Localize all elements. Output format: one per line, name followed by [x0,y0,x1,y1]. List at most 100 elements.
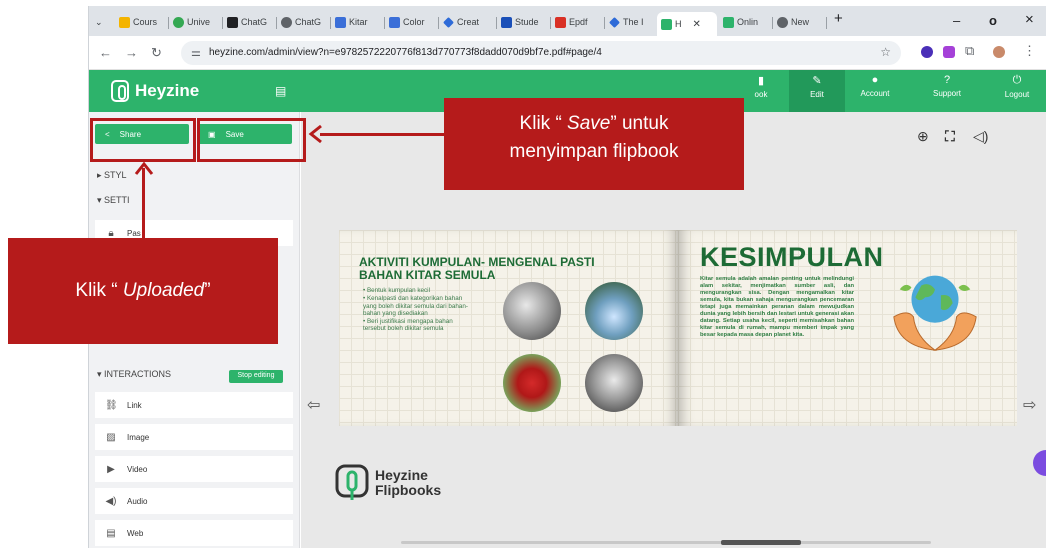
settings-label: SETTI [104,195,130,205]
heyzine-brand-text: Heyzine [135,81,200,100]
tab-the-i[interactable]: The I [609,12,655,32]
tab-label: New [791,17,810,27]
next-page-arrow-icon[interactable]: ⇨ [1023,395,1036,415]
nav-logout[interactable]: ⏻ Logout [989,74,1045,99]
stop-editing-button[interactable]: Stop editing [229,370,283,383]
callout-line-2: menyimpan flipbook [509,141,679,162]
forward-icon[interactable]: → [125,45,138,60]
settings-gear-icon[interactable] [1033,450,1046,476]
settings-section-toggle[interactable]: ▾ SETTI [97,195,130,206]
menu-toggle-icon[interactable]: ▤ [275,84,286,98]
nav-flipbook[interactable]: ▮ ook [733,74,789,99]
interaction-image[interactable]: ▨ Image [95,424,293,450]
tab-separator [438,17,439,29]
interaction-audio[interactable]: ◀) Audio [95,488,293,514]
tab-kitar[interactable]: Kitar [335,12,381,32]
new-tab-button[interactable]: + [834,10,843,27]
interaction-link[interactable]: ⛓︎ Link [95,392,293,418]
flipbook-spread[interactable]: AKTIVITI KUMPULAN- MENGENAL PASTI BAHAN … [339,230,1017,426]
tab-favicon-icon [119,16,130,28]
tab-courses[interactable]: Cours [119,12,165,32]
browser-menu-icon[interactable]: ⋮ [1023,43,1036,59]
earth-hands-illustration [893,275,977,351]
tab-student[interactable]: Stude [501,12,547,32]
tab-separator [550,17,551,29]
site-settings-icon[interactable]: ⚌ [191,46,201,59]
zoom-in-icon[interactable]: ⊕ [917,128,929,145]
tab-favicon-icon [443,16,454,28]
tab-online[interactable]: Onlin [723,12,769,32]
previous-page-arrow-icon[interactable]: ⇦ [307,395,320,415]
bullet-item: • Beri justifikasi mengapa bahan tersebu… [363,318,453,333]
tab-color[interactable]: Color [389,12,435,32]
tab-favicon-icon [501,16,512,28]
bullet-text: Beri justifikasi mengapa bahan tersebut … [363,318,453,333]
heyzine-logo[interactable]: Heyzine [111,80,199,102]
tab-favicon-icon [555,16,566,28]
fullscreen-icon[interactable]: ⛶ [945,128,955,145]
save-arrow-line [320,133,444,136]
tab-favicon-icon [335,16,346,28]
nav-support[interactable]: ? Support [919,74,975,98]
brand-text: Heyzine Flipbooks [375,468,441,498]
maximize-button[interactable]: o [989,13,997,28]
tab-separator [826,17,827,29]
interaction-label: Link [127,400,142,410]
nav-edit[interactable]: ✎ Edit [789,70,845,112]
tab-favicon-icon [281,16,292,28]
image-icon: ▨ [106,431,116,443]
left-page-bullets: • Bentuk kumpulan kecil • Kenalpasti dan… [363,287,473,334]
web-icon: ▤ [106,527,116,539]
extension-icon[interactable] [921,46,933,58]
sound-icon[interactable]: ◁) [973,128,988,145]
tab-list-dropdown-icon[interactable]: ⌄ [95,12,103,32]
bullet-item: • Bentuk kumpulan kecil [363,287,430,294]
nav-label: Account [860,89,890,98]
back-icon[interactable]: ← [99,45,112,60]
bookmark-star-icon[interactable]: ☆ [880,45,891,59]
profile-avatar-icon[interactable] [993,46,1005,58]
tab-chatgpt-2[interactable]: ChatG [281,12,327,32]
save-arrow-head-icon [308,124,322,144]
tab-favicon-icon [173,16,184,28]
speaker-icon: ◀) [105,495,117,507]
right-page-text: Kitar semula adalah amalan penting untuk… [700,276,854,338]
interactions-section-toggle[interactable]: ▾ INTERACTIONS [97,369,171,380]
tab-university[interactable]: Unive [173,12,219,32]
page-scroll-thumb[interactable] [721,540,801,545]
photo-soda-can [503,354,561,412]
tab-favicon-icon [389,16,400,28]
tab-epdf[interactable]: Epdf [555,12,601,32]
extension-icon[interactable] [943,46,955,58]
extensions-puzzle-icon[interactable]: ⧉ [965,43,974,59]
callout-emphasis: Save [567,113,611,134]
styles-label: STYL [104,170,127,180]
page-scroll-track[interactable] [401,541,931,544]
tab-create[interactable]: Creat [443,12,493,32]
callout-line-1: Klik “ Save” untuk [444,110,744,138]
url-field[interactable]: ⚌ heyzine.com/admin/view?n=e978257222077… [181,41,901,65]
styles-section-toggle[interactable]: ▸ STYL [97,170,127,181]
tab-close-icon[interactable]: ✕ [693,19,701,30]
tab-label: Color [403,17,425,27]
interaction-video[interactable]: ▶ Video [95,456,293,482]
right-page: KESIMPULAN Kitar semula adalah amalan pe… [678,230,1017,426]
tab-new-tab[interactable]: New [777,12,823,32]
reload-icon[interactable]: ↻ [151,45,162,61]
close-button[interactable]: × [1025,11,1034,28]
nav-label: ook [754,90,768,99]
tab-chatgpt-1[interactable]: ChatG [227,12,273,32]
uploaded-instruction-callout: Klik “ Uploaded” [8,238,278,344]
tab-favicon-icon [723,16,734,28]
tab-label: H [675,19,682,29]
link-icon: ⛓︎ [105,399,118,411]
nav-label: Edit [810,90,824,99]
tab-heyzine-active[interactable]: H ✕ [657,12,717,36]
minimize-button[interactable]: – [953,13,960,28]
interaction-web[interactable]: ▤ Web [95,520,293,546]
nav-account[interactable]: ● Account [847,74,903,98]
tab-bar: ⌄ Cours Unive ChatG ChatG Kitar Color Cr… [89,6,1046,36]
tab-label: Stude [515,17,539,27]
nav-label: Support [932,89,962,98]
interaction-label: Video [127,464,148,474]
